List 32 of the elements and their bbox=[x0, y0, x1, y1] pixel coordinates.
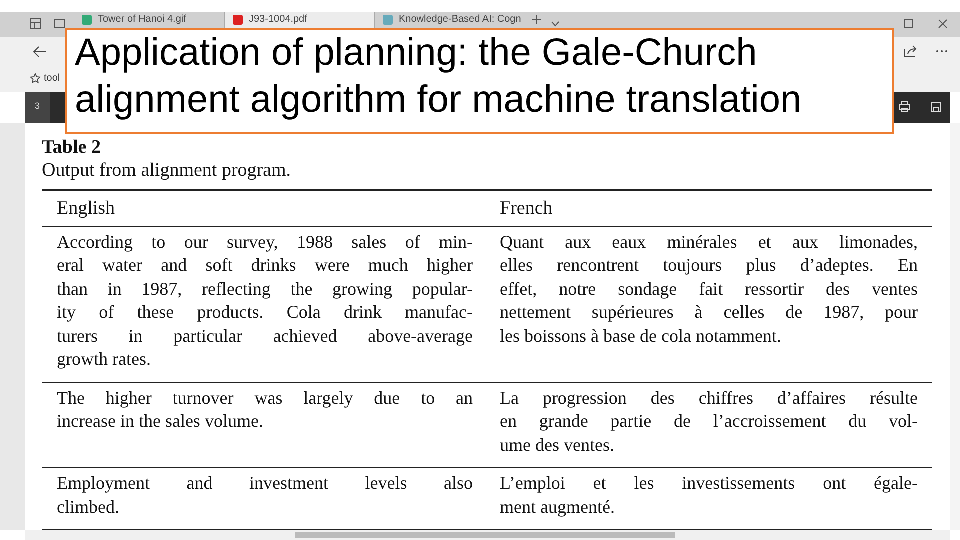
table-caption: Output from alignment program. bbox=[42, 158, 292, 183]
page-number-field[interactable]: 3 bbox=[25, 92, 50, 123]
more-icon[interactable] bbox=[936, 50, 948, 54]
print-icon[interactable] bbox=[899, 101, 911, 114]
new-tab-icon[interactable] bbox=[532, 14, 541, 24]
scrollbar-thumb[interactable] bbox=[295, 532, 675, 538]
table-cell-text: L’emploi et les investissements ont égale- ment augmenté. bbox=[500, 472, 918, 519]
horizontal-scrollbar[interactable] bbox=[25, 530, 950, 540]
tab-favicon bbox=[82, 14, 92, 25]
column-header: French bbox=[500, 196, 554, 221]
table-cell-text: La progression des chiffres d’affaires résulte en grande partie de l’accroissement du vol- ume des ventes. bbox=[500, 386, 918, 457]
tab-preview-icon[interactable] bbox=[54, 19, 66, 30]
table-cell-text: According to our survey, 1988 sales of min- eral water and soft drinks were much higher than in 1987, reflecting the growing popular- ity of these products. Cola drink manufac- turers in particular achieved above-average growth rates. bbox=[57, 230, 473, 372]
column-header: English bbox=[57, 196, 116, 221]
table-title: Table 2 bbox=[42, 136, 102, 159]
tab-favicon bbox=[233, 14, 243, 25]
browser-tab[interactable]: J93-1004.pdf bbox=[224, 12, 374, 28]
table-cell-text: The higher turnover was largely due to an increase in the sales volume. bbox=[57, 386, 473, 434]
close-icon[interactable] bbox=[938, 19, 948, 30]
share-icon[interactable] bbox=[904, 45, 918, 58]
chevron-down-icon[interactable] bbox=[551, 21, 560, 28]
save-icon[interactable] bbox=[931, 102, 942, 113]
restore-icon[interactable] bbox=[904, 19, 914, 30]
favorite-link[interactable]: tool bbox=[44, 71, 60, 86]
tab-list-icon[interactable] bbox=[30, 18, 42, 30]
back-arrow-icon[interactable] bbox=[33, 46, 47, 58]
browser-tab[interactable]: Knowledge-Based AI: Cogn bbox=[374, 12, 524, 28]
star-icon bbox=[30, 73, 41, 84]
table-cell-text: Employment and investment levels also climbed. bbox=[57, 472, 473, 519]
table-cell-text: Quant aux eaux minérales et aux limonades, elles rencontrent toujours plus d’adeptes. En effet, notre sondage fait ressortir des ventes nettement supérieures à celles de 1987, pour les boissons à base de cola notamment. bbox=[500, 230, 918, 348]
tab-favicon bbox=[383, 14, 393, 25]
slide-title: Application of planning: the Gale-Church alignment algorithm for machine translation bbox=[65, 28, 894, 134]
